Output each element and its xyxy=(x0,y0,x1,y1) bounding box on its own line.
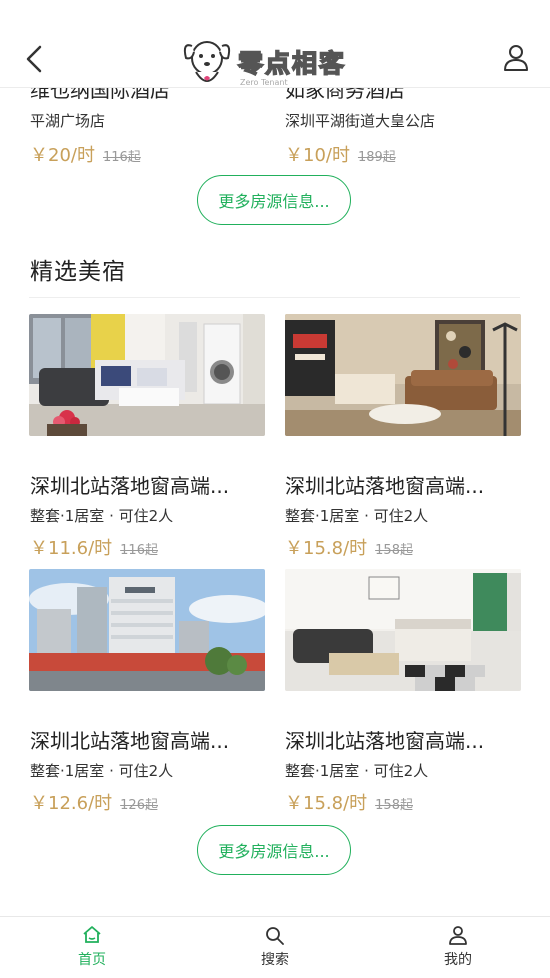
price-line: ￥20/时 116起 xyxy=(30,141,141,167)
tab-search[interactable]: 搜索 xyxy=(235,925,315,969)
original-price: 158起 xyxy=(375,543,413,558)
user-icon xyxy=(504,45,528,71)
tab-profile[interactable]: 我的 xyxy=(418,925,498,969)
tab-home[interactable]: 首页 xyxy=(52,925,132,969)
room-photo[interactable] xyxy=(285,314,521,436)
price: ￥20/时 xyxy=(30,145,95,166)
price-line: ￥10/时 189起 xyxy=(285,141,396,167)
app-header: 零点相客 Zero Tenant xyxy=(0,0,550,88)
listing-title[interactable]: 深圳北站落地窗高端... xyxy=(285,725,484,754)
more-listings-button[interactable]: 更多房源信息... xyxy=(197,825,351,875)
chevron-left-icon xyxy=(26,45,42,73)
price-line: ￥12.6/时 126起 xyxy=(30,789,158,815)
back-button[interactable] xyxy=(20,42,48,76)
section-divider xyxy=(29,297,520,298)
price-line: ￥11.6/时 116起 xyxy=(30,534,158,560)
user-icon xyxy=(449,926,467,945)
price: ￥15.8/时 xyxy=(285,538,368,559)
room-photo[interactable] xyxy=(285,569,521,691)
search-icon xyxy=(266,927,284,945)
home-icon xyxy=(83,926,101,943)
profile-button[interactable] xyxy=(502,43,530,73)
dog-mascot-icon xyxy=(183,41,231,82)
original-price: 126起 xyxy=(120,798,158,813)
hotel-address: 深圳平湖街道大皇公店 xyxy=(285,112,436,130)
more-listings-button[interactable]: 更多房源信息... xyxy=(197,175,351,225)
room-photo[interactable] xyxy=(29,569,265,691)
original-price: 116起 xyxy=(120,543,158,558)
hotel-address: 平湖广场店 xyxy=(30,112,106,130)
listing-title[interactable]: 深圳北站落地窗高端... xyxy=(30,470,229,499)
tab-label: 搜索 xyxy=(261,952,289,968)
listing-subtitle: 整套·1居室 · 可住2人 xyxy=(30,762,174,780)
price: ￥15.8/时 xyxy=(285,793,368,814)
logo-subtitle: Zero Tenant xyxy=(240,78,288,87)
listing-subtitle: 整套·1居室 · 可住2人 xyxy=(285,507,429,525)
logo-text: 零点相客 xyxy=(237,48,347,79)
original-price: 158起 xyxy=(375,798,413,813)
price-line: ￥15.8/时 158起 xyxy=(285,534,413,560)
listing-subtitle: 整套·1居室 · 可住2人 xyxy=(30,507,174,525)
price: ￥12.6/时 xyxy=(30,793,113,814)
tab-label: 首页 xyxy=(78,952,106,968)
price: ￥11.6/时 xyxy=(30,538,113,559)
tab-label: 我的 xyxy=(444,952,472,968)
listing-title[interactable]: 深圳北站落地窗高端... xyxy=(30,725,229,754)
price: ￥10/时 xyxy=(285,145,350,166)
listing-subtitle: 整套·1居室 · 可住2人 xyxy=(285,762,429,780)
section-title: 精选美宿 xyxy=(30,259,126,285)
original-price: 116起 xyxy=(102,150,141,165)
room-photo[interactable] xyxy=(29,314,265,436)
listing-title[interactable]: 深圳北站落地窗高端... xyxy=(285,470,484,499)
original-price: 189起 xyxy=(357,150,396,165)
bottom-tab-bar: 首页 搜索 我的 xyxy=(0,916,550,978)
price-line: ￥15.8/时 158起 xyxy=(285,789,413,815)
